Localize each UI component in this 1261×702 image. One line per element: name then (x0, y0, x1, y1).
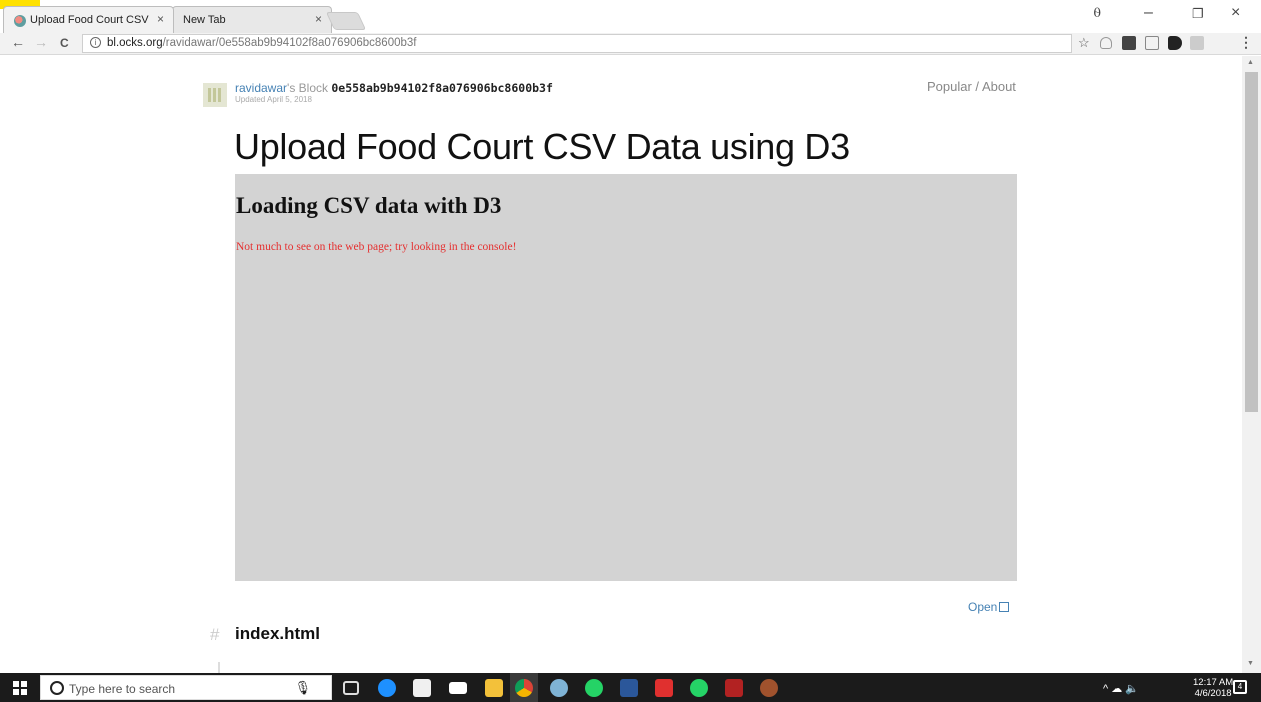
back-button[interactable]: ← (11, 34, 25, 50)
frame-heading: Loading CSV data with D3 (236, 193, 502, 218)
close-tab-icon[interactable]: × (315, 12, 322, 26)
bluestacks-icon[interactable] (655, 679, 673, 697)
extension-icon-2[interactable] (1122, 36, 1136, 50)
block-header: ravidawar's Block 0e558ab9b94102f8a07690… (235, 81, 553, 95)
tab-title: Upload Food Court CSV (30, 14, 149, 26)
top-nav: Popular / About (927, 79, 1016, 94)
mail-icon[interactable] (449, 682, 467, 694)
profile-icon[interactable]: ⍬ (1093, 4, 1101, 21)
popular-link[interactable]: Popular (927, 79, 972, 94)
frame-message: Not much to see on the web page; try loo… (236, 241, 517, 253)
bookmark-star-icon[interactable]: ☆ (1078, 35, 1090, 51)
user-avatar[interactable] (203, 83, 227, 107)
open-link[interactable]: Open (968, 600, 1010, 614)
forward-button[interactable]: → (34, 34, 48, 50)
extension-icon-1[interactable] (1100, 37, 1112, 49)
chrome-icon[interactable] (515, 679, 533, 697)
snipping-icon[interactable] (725, 679, 743, 697)
search-placeholder: Type here to search (69, 682, 176, 696)
taskbar-search-input[interactable]: Type here to search 🎙 (40, 675, 332, 700)
file-explorer-icon[interactable] (485, 679, 503, 697)
updated-date: Updated April 5, 2018 (235, 95, 312, 104)
restore-button[interactable]: ❐ (1192, 6, 1204, 22)
address-bar[interactable]: i bl.ocks.org/ravidawar/0e558ab9b94102f8… (82, 34, 1072, 53)
clock-time: 12:17 AM (1193, 677, 1234, 688)
system-tray-icons[interactable]: ^ ☁ 🔈 (1103, 682, 1139, 695)
taskbar-clock[interactable]: 12:17 AM 4/6/2018 (1193, 677, 1233, 699)
scroll-down-arrow-icon[interactable]: ▼ (1247, 660, 1254, 667)
scroll-up-arrow-icon[interactable]: ▲ (1247, 59, 1254, 66)
scrollbar-thumb[interactable] (1245, 72, 1258, 412)
page-content: ravidawar's Block 0e558ab9b94102f8a07690… (0, 56, 1242, 673)
page-scrollbar[interactable]: ▲ ▼ (1242, 56, 1261, 673)
microphone-icon[interactable]: 🎙 (294, 680, 311, 696)
url-host: bl.ocks.org (107, 37, 163, 49)
tab-strip: Upload Food Court CSV × New Tab × ⍬ – ❐ … (0, 0, 1261, 33)
extension-icon-4[interactable] (1168, 36, 1182, 50)
minimize-button[interactable]: – (1144, 4, 1153, 22)
user-link[interactable]: ravidawar (235, 81, 287, 95)
nav-separator: / (971, 79, 982, 94)
external-link-icon (999, 602, 1010, 612)
menu-icon[interactable]: ⋮ (1239, 34, 1253, 51)
paint-icon[interactable] (550, 679, 568, 697)
notification-center-icon[interactable]: 4 (1233, 680, 1247, 694)
page-title: Upload Food Court CSV Data using D3 (234, 126, 850, 167)
cortana-icon (50, 681, 64, 695)
open-label: Open (968, 600, 998, 614)
browser-toolbar: ← → C i bl.ocks.org/ravidawar/0e558ab9b9… (0, 33, 1261, 55)
edge-icon[interactable] (378, 679, 396, 697)
tab-upload-food-court[interactable]: Upload Food Court CSV × (3, 6, 174, 33)
extension-icon-5[interactable] (1190, 36, 1204, 50)
word-icon[interactable] (620, 679, 638, 697)
windows-taskbar: Type here to search 🎙 ^ ☁ 🔈 12:17 AM 4/6… (0, 673, 1261, 702)
code-block-edge (218, 662, 220, 673)
close-tab-icon[interactable]: × (157, 12, 164, 26)
whatsapp-icon-2[interactable] (690, 679, 708, 697)
block-id[interactable]: 0e558ab9b94102f8a076906bc8600b3f (331, 81, 553, 95)
settings-icon[interactable] (760, 679, 778, 697)
about-link[interactable]: About (982, 79, 1016, 94)
windows-start-icon[interactable] (13, 681, 27, 695)
site-info-icon[interactable]: i (90, 37, 101, 48)
bl-ocks-favicon-icon (14, 15, 26, 27)
block-iframe: Loading CSV data with D3 Not much to see… (235, 174, 1017, 581)
close-window-button[interactable]: × (1231, 4, 1240, 22)
file-name-heading: index.html (235, 624, 321, 643)
clock-date: 4/6/2018 (1194, 688, 1232, 699)
anchor-hash[interactable]: # (210, 625, 219, 645)
cast-icon[interactable] (1145, 36, 1159, 50)
whatsapp-icon[interactable] (585, 679, 603, 697)
url-path: /ravidawar/0e558ab9b94102f8a076906bc8600… (162, 37, 417, 49)
task-view-icon[interactable] (343, 681, 359, 695)
store-icon[interactable] (413, 679, 431, 697)
block-label: 's Block (287, 81, 328, 95)
tab-title: New Tab (183, 14, 226, 26)
reload-button[interactable]: C (60, 36, 69, 50)
tab-new-tab[interactable]: New Tab × (172, 6, 332, 33)
